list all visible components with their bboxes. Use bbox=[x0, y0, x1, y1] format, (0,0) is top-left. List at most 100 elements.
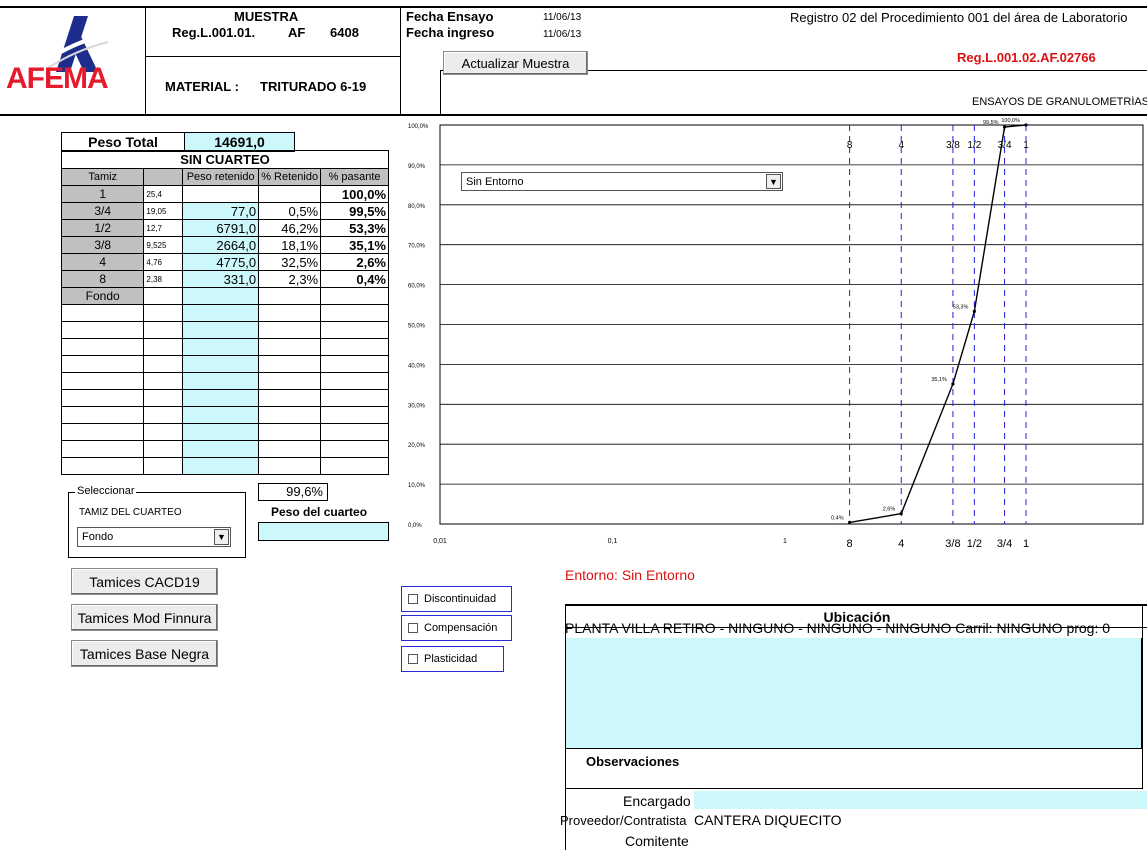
y-tick-label: 60,0% bbox=[408, 284, 426, 290]
peso-cell[interactable]: 4775,0 bbox=[182, 253, 260, 271]
x-tick-label: 1 bbox=[783, 538, 787, 545]
sieve-top-label: 4 bbox=[898, 140, 904, 151]
tamiz-cell: 3/8 bbox=[60, 236, 145, 254]
tamices-cacd19-button[interactable]: Tamices CACD19 bbox=[71, 568, 218, 595]
y-tick-label: 90,0% bbox=[408, 164, 426, 170]
empty-row bbox=[60, 355, 389, 373]
tamiz-cuarteo-value: Fondo bbox=[82, 531, 114, 543]
peso-cell[interactable]: 77,0 bbox=[182, 202, 260, 220]
y-tick-label: 0,0% bbox=[408, 523, 422, 529]
tamiz-cuarteo-select[interactable]: Fondo ▼ bbox=[77, 527, 231, 547]
tamices-finnura-button[interactable]: Tamices Mod Finnura bbox=[71, 604, 218, 631]
encargado-label: Encargado bbox=[623, 793, 691, 809]
sieve-bottom-label: 3/4 bbox=[997, 538, 1012, 550]
data-label: 100,0% bbox=[1001, 118, 1020, 124]
empty-row bbox=[60, 321, 389, 339]
mm-cell: 12,7 bbox=[143, 219, 184, 237]
pasante-cell: 2,6% bbox=[320, 253, 389, 271]
sieve-top-label: 3/4 bbox=[998, 140, 1012, 151]
peso-cell[interactable] bbox=[182, 287, 260, 305]
pasante-cell bbox=[320, 287, 389, 305]
pasante-cell: 0,4% bbox=[320, 270, 389, 288]
data-label: 53,3% bbox=[953, 304, 969, 310]
col-header-tamiz: Tamiz bbox=[60, 168, 145, 186]
checkbox-box[interactable] bbox=[408, 654, 418, 664]
data-point bbox=[972, 309, 976, 313]
tamices-base-negra-button[interactable]: Tamices Base Negra bbox=[71, 640, 218, 667]
peso-cell[interactable] bbox=[182, 185, 260, 203]
mm-cell: 19,05 bbox=[143, 202, 184, 220]
data-point bbox=[951, 382, 955, 386]
peso-cell[interactable]: 2664,0 bbox=[182, 236, 260, 254]
retenido-cell bbox=[258, 185, 322, 203]
observaciones-label: Observaciones bbox=[586, 754, 680, 769]
encargado-field[interactable] bbox=[694, 791, 1147, 809]
tamiz-cell: 4 bbox=[60, 253, 145, 271]
chevron-down-icon[interactable]: ▼ bbox=[214, 529, 229, 545]
data-label: 35,1% bbox=[931, 377, 947, 383]
peso-cell[interactable]: 331,0 bbox=[182, 270, 260, 288]
mm-cell: 4,76 bbox=[143, 253, 184, 271]
retenido-cell: 18,1% bbox=[258, 236, 322, 254]
col-header-mm bbox=[143, 168, 184, 186]
empty-row bbox=[60, 457, 389, 475]
data-point bbox=[899, 512, 903, 516]
data-label: 99,5% bbox=[983, 120, 999, 126]
ubicacion-field[interactable] bbox=[566, 638, 1142, 748]
data-point bbox=[848, 520, 852, 525]
tamiz-cuarteo-label: TAMIZ DEL CUARTEO bbox=[79, 507, 182, 518]
y-tick-label: 10,0% bbox=[408, 483, 426, 489]
registro-text: Registro 02 del Procedimiento 001 del ár… bbox=[790, 10, 1128, 25]
tamiz-cell: 1 bbox=[60, 185, 145, 203]
table-row: 1 25,4 100,0% bbox=[60, 185, 389, 203]
checkbox-label: Compensación bbox=[424, 622, 498, 634]
data-label: 0,4% bbox=[831, 515, 844, 521]
peso-total-value[interactable]: 14691,0 bbox=[184, 132, 295, 152]
fecha-ingreso-value: 11/06/13 bbox=[543, 29, 582, 40]
table-row: 4 4,76 4775,0 32,5% 2,6% bbox=[60, 253, 389, 271]
sieve-bottom-label: 1/2 bbox=[967, 538, 982, 550]
mm-cell bbox=[143, 287, 184, 305]
sin-cuarteo-header: SIN CUARTEO bbox=[61, 150, 389, 169]
empty-row bbox=[60, 389, 389, 407]
tamiz-cell: 3/4 bbox=[60, 202, 145, 220]
tamiz-cell: 1/2 bbox=[60, 219, 145, 237]
retenido-cell: 0,5% bbox=[258, 202, 322, 220]
sieve-bottom-label: 4 bbox=[898, 538, 904, 550]
checkbox-label: Discontinuidad bbox=[424, 593, 497, 605]
tamiz-cell: Fondo bbox=[60, 287, 145, 305]
checkbox-box[interactable] bbox=[408, 623, 418, 633]
checkbox-box[interactable] bbox=[408, 594, 418, 604]
actualizar-muestra-button[interactable]: Actualizar Muestra bbox=[443, 51, 588, 75]
muestra-title: MUESTRA bbox=[234, 9, 299, 24]
fecha-ensayo-value: 11/06/13 bbox=[543, 12, 582, 23]
proveedor-value: CANTERA DIQUECITO bbox=[694, 812, 842, 828]
y-tick-label: 50,0% bbox=[408, 324, 426, 330]
peso-cuarteo-field[interactable] bbox=[258, 522, 389, 541]
seleccionar-group: Seleccionar TAMIZ DEL CUARTEO Fondo ▼ bbox=[68, 485, 246, 558]
empty-row bbox=[60, 304, 389, 322]
checkbox-label: Plasticidad bbox=[424, 653, 478, 665]
ubicacion-text: PLANTA VILLA RETIRO - NINGUNO - NINGUNO … bbox=[565, 620, 1111, 636]
retenido-cell bbox=[258, 287, 322, 305]
pasante-cell: 35,1% bbox=[320, 236, 389, 254]
sieve-top-label: 1 bbox=[1023, 140, 1029, 151]
pasante-cell: 100,0% bbox=[320, 185, 389, 203]
entorno-select-value: Sin Entorno bbox=[466, 175, 524, 188]
entorno-select[interactable]: Sin Entorno ▼ bbox=[461, 172, 783, 191]
empty-row bbox=[60, 406, 389, 424]
mm-cell: 9,525 bbox=[143, 236, 184, 254]
peso-total-label: Peso Total bbox=[61, 132, 185, 152]
peso-cell[interactable]: 6791,0 bbox=[182, 219, 260, 237]
reg-code: Reg.L.001.02.AF.02766 bbox=[957, 50, 1096, 65]
plasticidad-checkbox[interactable]: Plasticidad bbox=[401, 646, 504, 672]
compensacion-checkbox[interactable]: Compensación bbox=[401, 615, 512, 641]
sieve-top-label: 3/8 bbox=[946, 140, 960, 151]
y-tick-label: 100,0% bbox=[408, 124, 429, 130]
proveedor-label: Proveedor/Contratista bbox=[560, 813, 687, 828]
chevron-down-icon[interactable]: ▼ bbox=[766, 174, 781, 189]
discontinuidad-checkbox[interactable]: Discontinuidad bbox=[401, 586, 512, 612]
table-row: 3/4 19,05 77,0 0,5% 99,5% bbox=[60, 202, 389, 220]
retenido-cell: 46,2% bbox=[258, 219, 322, 237]
x-tick-label: 0,01 bbox=[433, 538, 447, 545]
